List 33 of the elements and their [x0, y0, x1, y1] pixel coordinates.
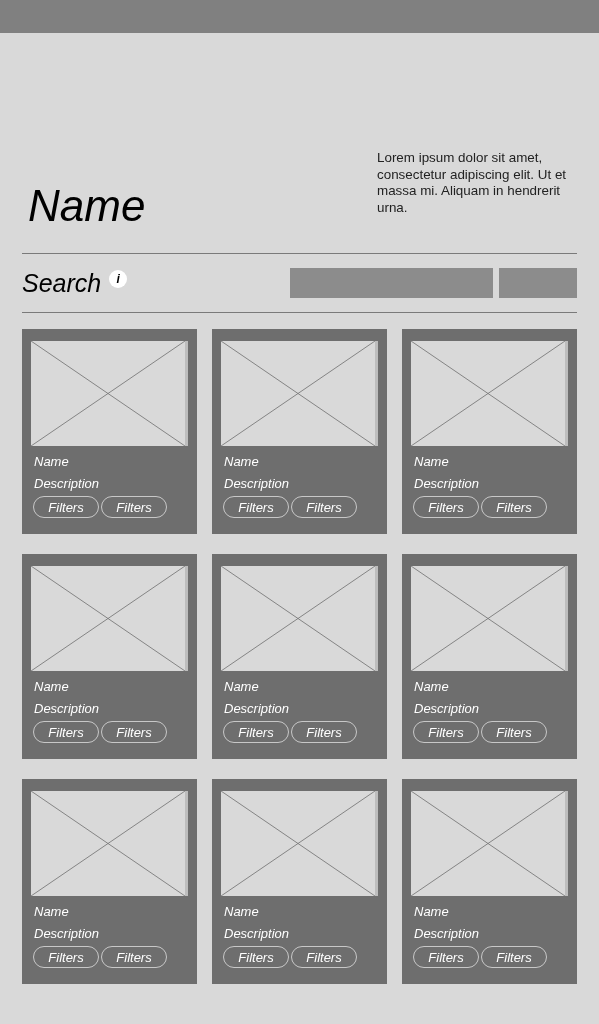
- card-name: Name: [414, 904, 450, 921]
- card[interactable]: Name Description Filters Filters: [22, 329, 197, 534]
- card[interactable]: Name Description Filters Filters: [212, 779, 387, 984]
- search-button[interactable]: [499, 268, 577, 298]
- card[interactable]: Name Description Filters Filters: [22, 779, 197, 984]
- card-name: Name: [34, 679, 70, 696]
- card[interactable]: Name Description Filters Filters: [402, 554, 577, 759]
- card-name: Name: [224, 454, 260, 471]
- card-description: Description: [224, 701, 291, 718]
- card-name: Name: [414, 679, 450, 696]
- card[interactable]: Name Description Filters Filters: [212, 329, 387, 534]
- search-label: Search: [22, 268, 102, 298]
- card-name: Name: [224, 679, 260, 696]
- card-description: Description: [34, 476, 101, 493]
- card[interactable]: Name Description Filters Filters: [402, 329, 577, 534]
- card[interactable]: Name Description Filters Filters: [22, 554, 197, 759]
- search-field[interactable]: [290, 268, 493, 298]
- card-name: Name: [224, 904, 260, 921]
- info-icon[interactable]: i: [109, 270, 128, 288]
- card[interactable]: Name Description Filters Filters: [212, 554, 387, 759]
- card[interactable]: Name Description Filters Filters: [402, 779, 577, 984]
- card-description: Description: [34, 701, 101, 718]
- description-text: Lorem ipsum dolor sit amet, consectetur adipiscing elit. Ut et massa mi. Aliquam in hendrerit urna.: [377, 150, 568, 217]
- card-description: Description: [414, 476, 481, 493]
- card-name: Name: [34, 904, 70, 921]
- card-description: Description: [224, 926, 291, 943]
- card-description: Description: [224, 476, 291, 493]
- card-description: Description: [34, 926, 101, 943]
- card-name: Name: [414, 454, 450, 471]
- page-title: Name: [28, 184, 146, 228]
- card-name: Name: [34, 454, 70, 471]
- card-description: Description: [414, 701, 481, 718]
- card-description: Description: [414, 926, 481, 943]
